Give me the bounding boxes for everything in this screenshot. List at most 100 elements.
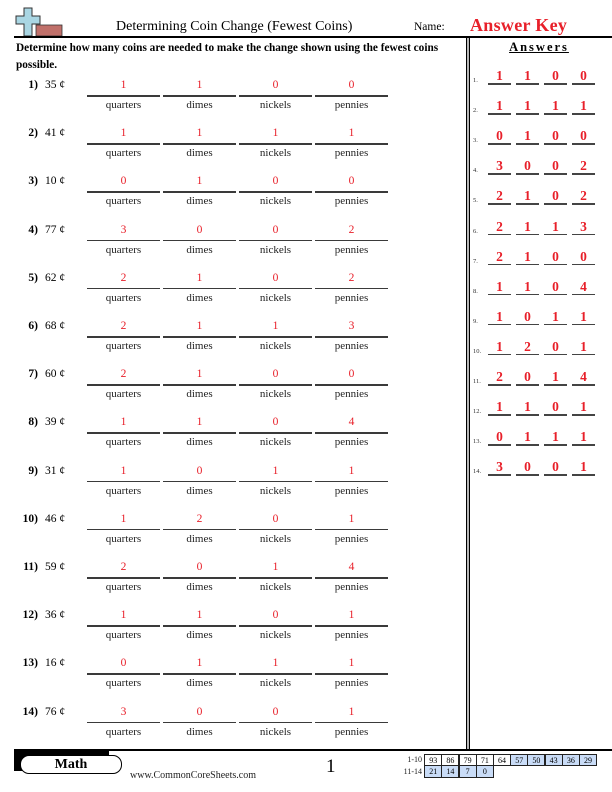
answer-key-value: 0	[552, 248, 559, 264]
answer-key-blank: 1	[516, 279, 539, 299]
answer-key-blank: 0	[572, 68, 595, 88]
answer-blank-pennies[interactable]: 4 pennies	[315, 561, 388, 601]
answer-blank-dimes[interactable]: 1 dimes	[163, 79, 236, 119]
answer-blank-pennies[interactable]: 4 pennies	[315, 416, 388, 456]
coin-label: quarters	[105, 243, 142, 256]
answer-blank-quarters[interactable]: 2 quarters	[87, 561, 160, 601]
answer-blank-nickels[interactable]: 1 nickels	[239, 465, 312, 505]
site-url: www.CommonCoreSheets.com	[130, 770, 257, 781]
answer-blank-quarters[interactable]: 0 quarters	[87, 175, 160, 215]
answer-blank-pennies[interactable]: 2 pennies	[315, 272, 388, 312]
coin-label: quarters	[105, 532, 142, 545]
answer-blank-dimes[interactable]: 0 dimes	[163, 465, 236, 505]
problem-row: 9) 31 ¢ 1 quarters 0 dimes 1 nickels 1 pennies	[0, 465, 466, 513]
answer-blank-pennies[interactable]: 1 pennies	[315, 127, 388, 167]
answer-key-blank: 1	[572, 98, 595, 118]
answer-blank-nickels[interactable]: 0 nickels	[239, 706, 312, 746]
coin-label: nickels	[259, 291, 292, 304]
answer-blank-nickels[interactable]: 0 nickels	[239, 368, 312, 408]
answer-blank-dimes[interactable]: 0 dimes	[163, 224, 236, 264]
answer-value: 1	[272, 561, 279, 573]
answer-line	[163, 480, 236, 483]
answer-key-line	[516, 414, 539, 416]
answer-blank-pennies[interactable]: 3 pennies	[315, 320, 388, 360]
coin-label: dimes	[186, 436, 213, 449]
answer-line	[163, 625, 236, 627]
answer-value: 3	[120, 223, 127, 236]
answer-blank-dimes[interactable]: 1 dimes	[163, 368, 236, 408]
answer-blank-dimes[interactable]: 1 dimes	[163, 127, 236, 167]
answer-blank-quarters[interactable]: 1 quarters	[87, 513, 160, 553]
answer-value: 2	[348, 223, 355, 236]
answer-line	[315, 143, 388, 145]
answer-blank-pennies[interactable]: 1 pennies	[315, 657, 388, 697]
answer-blank-pennies[interactable]: 1 pennies	[315, 706, 388, 746]
answer-key-value: 0	[552, 278, 559, 294]
answer-blank-quarters[interactable]: 3 quarters	[87, 224, 160, 264]
answer-blank-pennies[interactable]: 2 pennies	[315, 224, 388, 264]
answer-key-value: 1	[580, 459, 587, 475]
answer-blank-nickels[interactable]: 0 nickels	[239, 272, 312, 312]
problem-number: 10)	[22, 512, 38, 525]
answer-blank-quarters[interactable]: 2 quarters	[87, 368, 160, 408]
answer-blank-dimes[interactable]: 1 dimes	[163, 175, 236, 215]
answer-blank-pennies[interactable]: 1 pennies	[315, 465, 388, 505]
answer-blank-pennies[interactable]: 0 pennies	[315, 79, 388, 119]
answer-blank-quarters[interactable]: 0 quarters	[87, 657, 160, 697]
answer-blank-pennies[interactable]: 0 pennies	[315, 368, 388, 408]
answer-blank-nickels[interactable]: 0 nickels	[239, 416, 312, 456]
answer-blank-pennies[interactable]: 0 pennies	[315, 175, 388, 215]
answer-key-label: Answer Key	[470, 15, 568, 35]
answer-blank-nickels[interactable]: 1 nickels	[239, 320, 312, 360]
score-cell: 64	[493, 754, 512, 766]
answer-blank-nickels[interactable]: 0 nickels	[239, 513, 312, 553]
answer-key-value: 1	[524, 218, 531, 234]
answer-blank-nickels[interactable]: 0 nickels	[239, 224, 312, 264]
answer-blank-quarters[interactable]: 2 quarters	[87, 272, 160, 312]
answer-blank-nickels[interactable]: 1 nickels	[239, 561, 312, 601]
answer-line	[315, 191, 388, 193]
coin-label: pennies	[334, 243, 369, 256]
answer-line	[239, 336, 312, 338]
answer-key-blank: 0	[544, 249, 567, 269]
instructions: Determine how many coins are needed to m…	[16, 42, 439, 71]
answer-line	[87, 239, 160, 242]
answer-blank-quarters[interactable]: 3 quarters	[87, 706, 160, 746]
answer-blank-quarters[interactable]: 1 quarters	[87, 609, 160, 649]
answer-blank-dimes[interactable]: 1 dimes	[163, 609, 236, 649]
answer-key-line	[544, 233, 567, 235]
answer-line	[163, 336, 236, 338]
answer-blank-dimes[interactable]: 0 dimes	[163, 706, 236, 746]
answer-blank-quarters[interactable]: 1 quarters	[87, 127, 160, 167]
answer-blank-quarters[interactable]: 1 quarters	[87, 79, 160, 119]
answer-key-number: 10.	[473, 347, 482, 355]
answer-blank-nickels[interactable]: 0 nickels	[239, 79, 312, 119]
answer-key-value: 0	[524, 158, 531, 174]
problem-number: 6)	[28, 320, 38, 332]
answer-blank-nickels[interactable]: 0 nickels	[239, 609, 312, 649]
answer-key-line	[572, 113, 595, 115]
score-cell: 7	[458, 766, 477, 778]
answer-blank-dimes[interactable]: 1 dimes	[163, 416, 236, 456]
answer-line	[315, 432, 388, 434]
answer-blank-quarters[interactable]: 1 quarters	[87, 465, 160, 505]
answer-blank-nickels[interactable]: 1 nickels	[239, 127, 312, 167]
answer-blank-quarters[interactable]: 2 quarters	[87, 320, 160, 360]
answer-blank-pennies[interactable]: 1 pennies	[315, 513, 388, 553]
answer-line	[87, 528, 160, 531]
answer-value: 1	[196, 320, 203, 332]
answer-blank-nickels[interactable]: 0 nickels	[239, 175, 312, 215]
coin-label: nickels	[259, 243, 292, 256]
answer-blank-nickels[interactable]: 1 nickels	[239, 657, 312, 697]
answer-blank-dimes[interactable]: 0 dimes	[163, 561, 236, 601]
problem-number: 8)	[28, 416, 38, 429]
answer-blank-dimes[interactable]: 2 dimes	[163, 513, 236, 553]
answer-blank-dimes[interactable]: 1 dimes	[163, 320, 236, 360]
answer-line	[163, 528, 236, 531]
answer-value: 1	[348, 464, 355, 477]
answer-blank-pennies[interactable]: 1 pennies	[315, 609, 388, 649]
answer-blank-dimes[interactable]: 1 dimes	[163, 272, 236, 312]
answer-value: 3	[348, 320, 355, 332]
answer-blank-quarters[interactable]: 1 quarters	[87, 416, 160, 456]
answer-blank-dimes[interactable]: 1 dimes	[163, 657, 236, 697]
